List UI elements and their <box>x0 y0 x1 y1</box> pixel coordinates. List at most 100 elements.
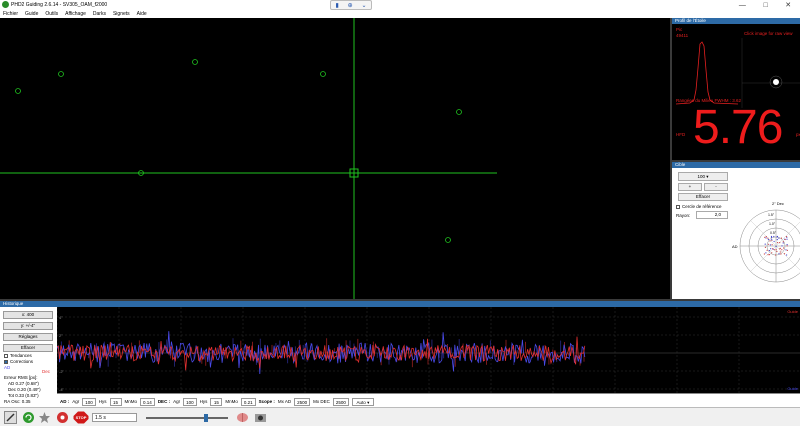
target-point <box>767 243 769 245</box>
ring-label: 1.0" <box>769 222 776 226</box>
target-point <box>763 253 765 255</box>
target-point <box>773 249 776 251</box>
radius-spinner[interactable]: 2,0 <box>696 211 728 219</box>
hys-label: Hys <box>98 399 107 404</box>
star-marker <box>15 88 21 94</box>
menu-outils[interactable]: Outils <box>45 11 58 17</box>
history-graph[interactable]: 4" 2" 0 -2" -4" Guide Guide <box>56 307 800 393</box>
slider-thumb[interactable] <box>204 414 208 422</box>
stop-icon[interactable]: STOP <box>73 411 89 424</box>
menu-affichage[interactable]: Affichage <box>65 11 86 17</box>
target-point <box>768 250 771 252</box>
y-tick-label: -2" <box>59 369 65 374</box>
target-point <box>784 238 786 241</box>
max-ad-input[interactable]: 2500 <box>294 397 311 406</box>
menu-darks[interactable]: Darks <box>93 11 106 17</box>
y-tick-label: 4" <box>59 315 63 320</box>
ra-oscillation: RA Osc: 0.35 <box>4 399 31 404</box>
camera-settings-icon[interactable] <box>254 411 267 424</box>
maximize-button[interactable]: □ <box>763 2 767 9</box>
target-point <box>772 248 774 250</box>
agr-label: Agr <box>173 399 181 404</box>
camera-frame[interactable] <box>0 18 670 299</box>
remote-toolbar[interactable]: ▮ ⊕ ⌄ <box>330 0 372 10</box>
star-marker <box>58 71 64 77</box>
ad-min-move-input[interactable]: 0.14 <box>140 397 155 406</box>
gamma-slider[interactable] <box>146 414 228 422</box>
target-point <box>767 237 769 239</box>
zoom-out-button[interactable]: - <box>704 183 728 191</box>
dec-min-move-input[interactable]: 0.21 <box>240 397 256 406</box>
checkbox[interactable] <box>4 353 8 358</box>
ring-label: 1.5" <box>768 213 775 217</box>
target-point <box>776 239 778 241</box>
target-point <box>778 237 780 239</box>
menu-fichier[interactable]: Fichier <box>3 11 18 17</box>
ad-aggression-input[interactable]: 100 <box>82 397 96 406</box>
crosshair-icon[interactable]: ⊕ <box>348 2 353 9</box>
star-profile-panel[interactable]: Pic 49411 Click image for raw view Rangé… <box>672 24 800 162</box>
trends-toggle[interactable]: Tendances <box>4 353 32 358</box>
zoom-in-button[interactable]: + <box>678 183 702 191</box>
target-point <box>776 236 778 238</box>
correction-bar <box>146 352 148 353</box>
auto-select-star-icon[interactable] <box>38 411 51 424</box>
correction-bar <box>322 352 324 353</box>
menu-guide[interactable]: Guide <box>25 11 38 17</box>
dec-aggression-input[interactable]: 100 <box>183 397 197 406</box>
target-point <box>770 235 773 238</box>
corrections-toggle[interactable]: Corrections <box>4 359 33 364</box>
legend-ad: AD <box>4 365 11 370</box>
history-controls: x: 400 y: +/-4" Réglages Effacer Tendanc… <box>0 307 57 409</box>
target-point <box>767 254 769 256</box>
dec-mode-select[interactable]: Auto ▾ <box>351 397 374 406</box>
max-dec-input[interactable]: 2500 <box>332 397 349 406</box>
zoom-select[interactable]: 100 ▾ <box>678 172 728 181</box>
correction-bar <box>443 353 445 359</box>
star-thumbnail <box>773 79 779 85</box>
exposure-select[interactable]: 1.5 s <box>92 413 137 422</box>
correction-bar <box>567 353 569 356</box>
phd2-app-icon <box>2 1 9 8</box>
menu-aide[interactable]: Aide <box>137 11 147 17</box>
guide-icon[interactable] <box>56 411 69 424</box>
legend-dec: Dec <box>42 369 51 374</box>
menu-bar: Fichier Guide Outils Affichage Darks Sig… <box>0 10 800 18</box>
correction-bar <box>411 353 413 368</box>
target-point <box>769 240 771 242</box>
settings-button[interactable]: Réglages <box>3 333 53 341</box>
target-point <box>786 249 788 251</box>
target-point <box>769 244 771 246</box>
minimize-button[interactable]: — <box>739 2 746 9</box>
chevron-down-icon: ▾ <box>706 174 709 179</box>
target-point <box>775 245 777 248</box>
ad-hysteresis-input[interactable]: 15 <box>109 397 122 406</box>
checkbox[interactable] <box>676 204 680 209</box>
history-panel: Historique x: 400 y: +/-4" Réglages Effa… <box>0 299 800 409</box>
menu-signets[interactable]: Signets <box>113 11 130 17</box>
chevron-down-icon[interactable]: ⌄ <box>362 2 367 9</box>
loop-icon[interactable] <box>22 411 35 424</box>
clear-history-button[interactable]: Effacer <box>3 344 53 352</box>
ref-circle-toggle[interactable]: Cercle de référence <box>676 204 722 209</box>
correction-bar <box>458 339 460 353</box>
target-point <box>767 238 769 241</box>
clear-target-button[interactable]: Effacer <box>678 193 728 201</box>
dec-hysteresis-input[interactable]: 15 <box>210 397 223 406</box>
bottom-toolbar: STOP 1.5 s <box>0 407 800 426</box>
mx-ad-label: Mx AD <box>277 399 292 404</box>
target-point <box>783 253 786 255</box>
brain-icon[interactable] <box>236 411 249 424</box>
usb-connect-icon[interactable] <box>4 411 17 424</box>
chevron-down-icon: ▾ <box>367 399 370 405</box>
y-tick-label: 2" <box>59 333 63 338</box>
y-scale-dropdown[interactable]: y: +/-4" <box>3 322 53 330</box>
pin-icon[interactable]: ▮ <box>335 2 338 9</box>
target-point <box>771 244 773 246</box>
close-button[interactable]: ✕ <box>785 1 791 9</box>
x-scale-dropdown[interactable]: x: 400 <box>3 311 53 319</box>
star-marker <box>445 237 451 243</box>
target-point <box>780 253 782 255</box>
title-bar: PHD2 Guiding 2.6.14 - SV305_OAM_f2000 ▮ … <box>0 0 800 10</box>
checkbox[interactable] <box>4 359 8 364</box>
